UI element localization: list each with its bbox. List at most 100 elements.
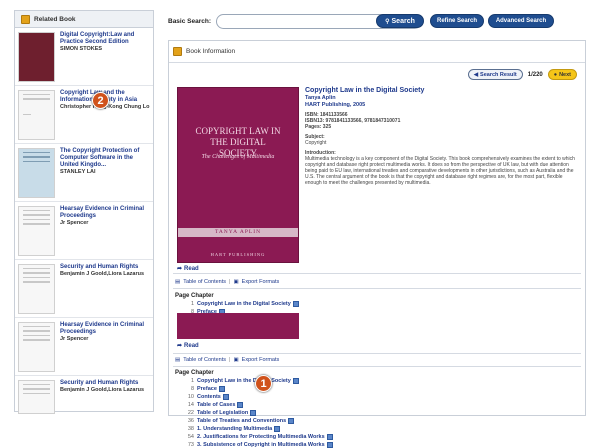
- book-pages: Pages: 325: [305, 124, 332, 130]
- related-book-item[interactable]: Security and Human Rights Benjamin J Gool…: [15, 376, 153, 434]
- chapter-title[interactable]: Table of Cases: [197, 402, 235, 408]
- page-chapter-heading: Page Chapter: [175, 370, 214, 376]
- table-of-contents-link[interactable]: Table of Contents: [183, 357, 226, 363]
- pdf-icon[interactable]: [326, 442, 333, 448]
- book-thumbnail[interactable]: [18, 148, 55, 198]
- chapter-page: 54: [187, 434, 194, 440]
- book-info-title: Book Information: [186, 48, 236, 55]
- callout-marker: 1: [255, 375, 272, 392]
- book-info-panel: Book Information ◀ Search Result 1/220 ● N…: [168, 40, 586, 448]
- search-label: Basic Search:: [168, 17, 211, 25]
- refine-search-button[interactable]: Refine Search: [430, 14, 484, 28]
- chapter-row[interactable]: 36 Table of Treaties and Conventions: [183, 418, 295, 424]
- chapter-title[interactable]: Table of Legislation: [197, 410, 248, 416]
- related-book-item[interactable]: Security and Human Rights Benjamin J Gool…: [15, 260, 153, 318]
- related-book-item[interactable]: Hearsay Evidence in Criminal Proceedings…: [15, 202, 153, 260]
- book-thumbnail[interactable]: [18, 380, 55, 414]
- chapter-row[interactable]: 22 Table of Legislation: [183, 410, 257, 416]
- advanced-search-button[interactable]: Advanced Search: [488, 14, 554, 28]
- book-icon: [21, 14, 30, 24]
- chapter-row[interactable]: 38 1. Understanding Multimedia: [183, 426, 281, 432]
- read-link[interactable]: ➦ Read: [177, 342, 199, 350]
- chapter-title[interactable]: Preface: [197, 386, 217, 392]
- chapter-row[interactable]: 54 2. Justifications for Protecting Multi…: [183, 434, 333, 440]
- pdf-icon[interactable]: [237, 402, 244, 408]
- related-book-author: Benjamin J Goold,Liora Lazarus: [60, 387, 145, 393]
- search-icon: ⚲: [385, 18, 390, 25]
- book-cover[interactable]: COPYRIGHT LAW IN THE DIGITAL SOCIETY The…: [177, 87, 299, 263]
- chapter-row[interactable]: 8 Preface: [183, 386, 225, 392]
- book-publisher[interactable]: HART Publishing, 2005: [305, 102, 577, 109]
- toc-bar: ▤ Table of Contents | ▣ Export Formats: [175, 357, 279, 363]
- refine-search-label: Refine Search: [436, 18, 478, 24]
- search-result-button[interactable]: ◀ Search Result: [467, 69, 523, 80]
- chapter-page: 1: [190, 301, 194, 307]
- book-thumbnail[interactable]: [18, 32, 55, 82]
- pdf-icon[interactable]: [218, 386, 225, 392]
- chapter-title[interactable]: Contents: [197, 394, 221, 400]
- book-thumbnail[interactable]: [18, 322, 55, 372]
- book-details: Copyright Law in the Digital Society Tan…: [305, 87, 577, 186]
- chapter-title[interactable]: 3. Subsistence of Copyright in Multimedi…: [197, 442, 325, 448]
- chapter-row[interactable]: 10 Contents: [183, 394, 229, 400]
- related-book-author: Jr Spencer: [60, 336, 89, 342]
- chapter-title[interactable]: 2. Justifications for Protecting Multime…: [197, 434, 325, 440]
- subject-link[interactable]: Copyright: [305, 140, 577, 146]
- result-navigation: ◀ Search Result 1/220 ● Next: [467, 69, 577, 80]
- export-formats-link[interactable]: Export Formats: [242, 279, 280, 285]
- pdf-icon[interactable]: [292, 378, 299, 384]
- book-cover-thumbnail[interactable]: [177, 313, 299, 339]
- export-formats-link[interactable]: Export Formats: [242, 357, 280, 363]
- chapter-title[interactable]: Copyright Law in the Digital Society: [197, 301, 291, 307]
- back-arrow-icon: ◀: [473, 71, 479, 78]
- chapter-row[interactable]: 14 Table of Cases: [183, 402, 244, 408]
- chapter-page: 22: [187, 410, 194, 416]
- pdf-icon[interactable]: [222, 394, 229, 400]
- chapter-page: 10: [187, 394, 194, 400]
- related-book-item[interactable]: The Copyright Protection of Computer Sof…: [15, 144, 153, 202]
- read-link[interactable]: ➦ Read: [177, 265, 199, 273]
- callout-marker: 2: [92, 92, 109, 109]
- related-book-author: Jr Spencer: [60, 220, 89, 226]
- next-button[interactable]: ● Next: [547, 69, 577, 80]
- divider: [173, 353, 581, 354]
- related-book-item[interactable]: Copyright Law and the Information Societ…: [15, 86, 153, 144]
- book-thumbnail[interactable]: [18, 206, 55, 256]
- chapter-row[interactable]: 73 3. Subsistence of Copyright in Multime…: [183, 442, 333, 448]
- pdf-icon[interactable]: [288, 418, 295, 424]
- cover-author: TANYA APLIN: [214, 229, 262, 235]
- related-books-title: Related Book: [34, 15, 76, 23]
- related-book-author: STANLEY LAI: [60, 169, 96, 175]
- related-book-title[interactable]: Hearsay Evidence in Criminal Proceedings: [60, 322, 150, 336]
- related-book-item[interactable]: Digital Copyright:Law and Practice Secon…: [15, 28, 153, 86]
- related-book-title[interactable]: Hearsay Evidence in Criminal Proceedings: [60, 206, 150, 220]
- pdf-icon[interactable]: [274, 426, 281, 432]
- result-count: 1/220: [527, 71, 543, 78]
- book-thumbnail[interactable]: [18, 264, 55, 314]
- chapter-page: 14: [187, 402, 194, 408]
- introduction-text: Multimedia technology is a key component…: [305, 156, 575, 186]
- cover-publisher: HART PUBLISHING: [210, 252, 266, 257]
- table-of-contents-link[interactable]: Table of Contents: [183, 279, 226, 285]
- related-book-title[interactable]: The Copyright Protection of Computer Sof…: [60, 148, 150, 169]
- chapter-row[interactable]: 1 Copyright Law in the Digital Society: [183, 378, 299, 384]
- search-button[interactable]: ⚲ Search: [376, 14, 424, 28]
- toc-icon: ▤: [175, 357, 181, 363]
- chapter-title[interactable]: Table of Treaties and Conventions: [197, 418, 286, 424]
- chapter-title[interactable]: Copyright Law in the Digital Society: [197, 378, 291, 384]
- chapter-row[interactable]: 1 Copyright Law in the Digital Society: [183, 301, 299, 307]
- search-bar: Basic Search: ⚲ Search Refine Search Adva…: [168, 10, 586, 32]
- related-book-title[interactable]: Digital Copyright:Law and Practice Secon…: [60, 32, 150, 46]
- search-button-label: Search: [391, 17, 415, 25]
- related-book-author: SIMON STOKES: [60, 46, 103, 52]
- chapter-title[interactable]: 1. Understanding Multimedia: [197, 426, 272, 432]
- cover-subtitle: The Challenges of Multimedia: [201, 154, 275, 160]
- pdf-icon[interactable]: [326, 434, 333, 440]
- book-thumbnail[interactable]: [18, 90, 55, 140]
- related-book-item[interactable]: Hearsay Evidence in Criminal Proceedings…: [15, 318, 153, 376]
- related-book-title[interactable]: Security and Human Rights: [60, 264, 144, 271]
- related-book-title[interactable]: Security and Human Rights: [60, 380, 144, 387]
- pdf-icon[interactable]: [292, 301, 299, 307]
- pdf-icon[interactable]: [250, 410, 257, 416]
- divider: [173, 288, 581, 289]
